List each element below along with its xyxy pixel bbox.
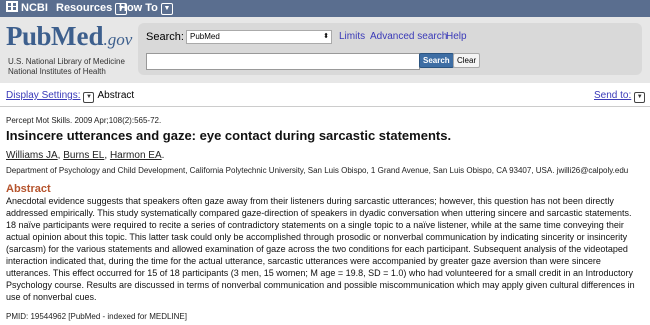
search-label: Search:	[146, 31, 184, 43]
affiliation: Department of Psychology and Child Devel…	[6, 166, 629, 175]
search-button[interactable]: Search	[419, 53, 454, 68]
pmid-line: PMID: 19544962 [PubMed - indexed for MED…	[6, 312, 187, 321]
limits-link[interactable]: Limits	[339, 31, 365, 42]
display-settings-link[interactable]: Display Settings:	[6, 90, 80, 101]
ncbi-logo-icon	[6, 1, 18, 12]
article-title: Insincere utterances and gaze: eye conta…	[6, 128, 452, 143]
howto-label: How To	[119, 2, 158, 14]
howto-menu[interactable]: How To ▼	[119, 1, 173, 16]
clear-button[interactable]: Clear	[453, 53, 481, 68]
resources-menu[interactable]: Resources ▼	[56, 1, 128, 16]
author-list: Williams JA, Burns EL, Harmon EA.	[6, 150, 165, 161]
org-line-nih: National Institutes of Health	[8, 67, 106, 76]
resources-label: Resources	[56, 2, 113, 14]
select-arrow-icon: ⬍	[323, 33, 329, 40]
help-link[interactable]: Help	[446, 31, 467, 42]
send-to-control[interactable]: Send to: ▼	[594, 90, 648, 103]
logo-pub-text: Pub	[6, 21, 52, 51]
abstract-heading: Abstract	[6, 183, 51, 195]
chevron-down-icon[interactable]: ▼	[83, 92, 95, 103]
database-select-value: PubMed	[190, 32, 220, 41]
pubmed-logo[interactable]: PubMed.gov	[6, 21, 132, 52]
author-link[interactable]: Burns EL	[63, 150, 104, 161]
abstract-text: Anecdotal evidence suggests that speaker…	[6, 196, 635, 302]
advanced-search-link[interactable]: Advanced search	[370, 31, 447, 42]
author-link[interactable]: Harmon EA	[110, 150, 162, 161]
pubmed-header: PubMed.gov U.S. National Library of Medi…	[0, 17, 650, 83]
chevron-down-icon[interactable]: ▼	[634, 92, 646, 103]
ncbi-home-link[interactable]: NCBI	[6, 1, 48, 16]
ncbi-label: NCBI	[21, 2, 48, 14]
send-to-link[interactable]: Send to:	[594, 90, 631, 101]
database-select[interactable]: PubMed ⬍	[186, 30, 332, 44]
divider	[0, 106, 650, 107]
display-settings-control[interactable]: Display Settings: ▼ Abstract	[6, 90, 134, 103]
logo-med-text: Med	[51, 21, 104, 51]
search-panel: Search: PubMed ⬍ Limits Advanced search …	[138, 23, 642, 75]
search-input[interactable]	[146, 53, 420, 70]
citation[interactable]: Percept Mot Skills. 2009 Apr;108(2):565-…	[6, 116, 161, 125]
ncbi-top-bar: NCBI Resources ▼ How To ▼	[0, 0, 650, 17]
display-format: Abstract	[97, 90, 135, 101]
author-link[interactable]: Williams JA	[6, 150, 58, 161]
logo-gov-text: .gov	[103, 30, 133, 49]
chevron-down-icon: ▼	[160, 3, 173, 15]
org-line-nlm: U.S. National Library of Medicine	[8, 57, 125, 66]
